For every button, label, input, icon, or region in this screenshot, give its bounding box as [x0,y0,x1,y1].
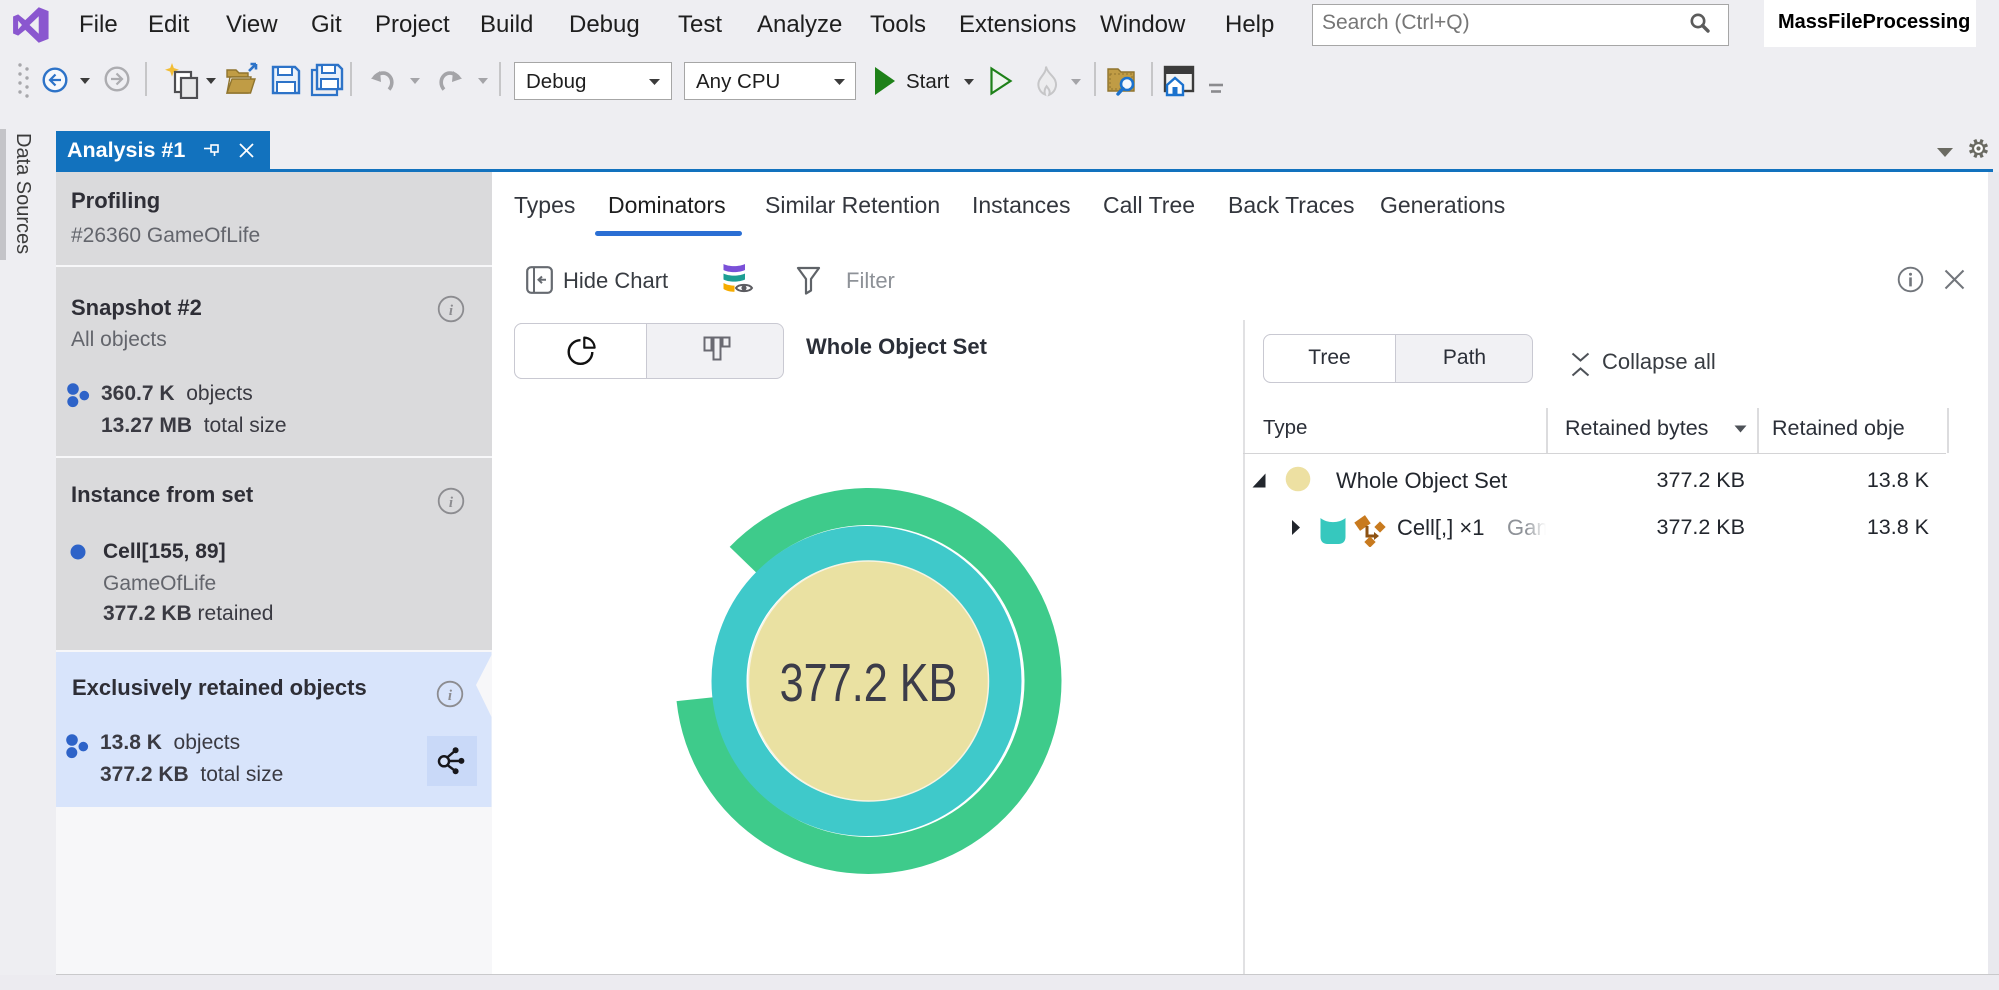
svg-text:i: i [449,495,454,511]
svg-text:i: i [449,303,454,319]
svg-text:377.2 KB: 377.2 KB [780,654,958,714]
svg-text:i: i [448,688,453,704]
